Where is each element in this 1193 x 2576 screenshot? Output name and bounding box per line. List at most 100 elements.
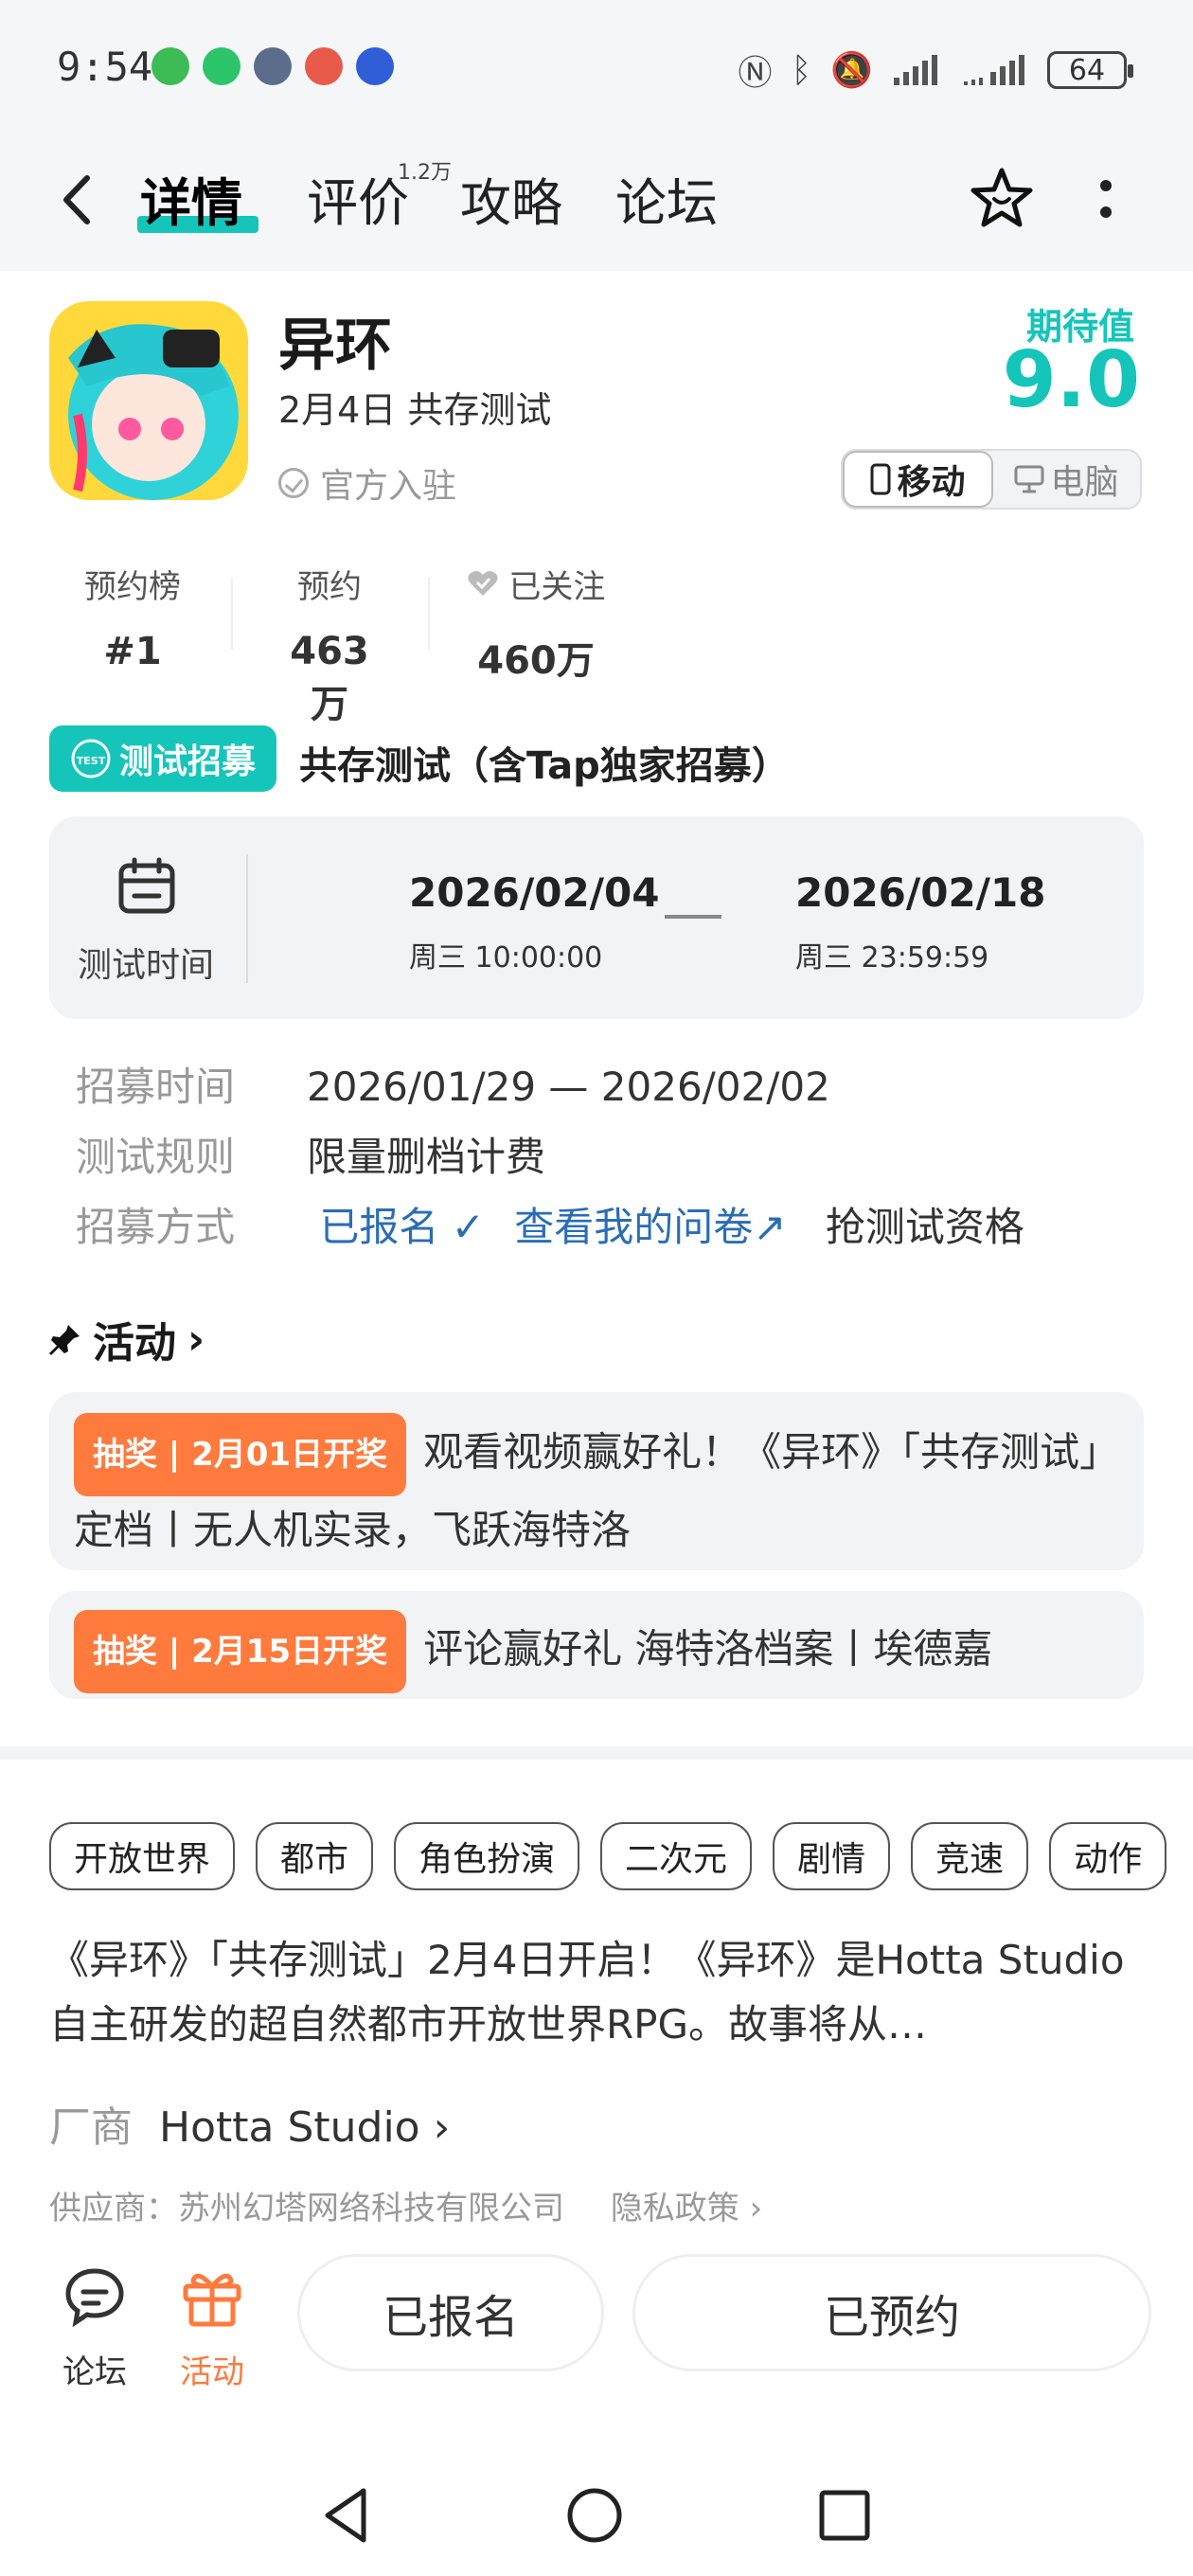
genre-tag[interactable]: 竞速 [911,1822,1029,1890]
status-time: 9:54 [57,44,153,90]
supplier-row: 供应商：苏州幻塔网络科技有限公司 隐私政策 › [49,2182,762,2228]
heart-check-icon [468,571,498,596]
check-circle-icon [278,468,309,498]
app-notification-icon [254,47,292,85]
forum-button[interactable]: 论坛 [57,2263,133,2392]
activity-button[interactable]: 活动 [174,2263,250,2392]
reserved-button[interactable]: 已预约 [632,2254,1151,2371]
wechat-icon [203,47,240,85]
test-icon: TEST [71,739,111,778]
activity-content: 抽奖 | 2月01日开奖 观看视频赢好礼！《异环》「共存测试」定档丨无人机实录，飞… [74,1413,1119,1565]
test-rule-value: 限量删档计费 [307,1134,546,1180]
test-end-time: 周三 23:59:59 [795,941,989,975]
recruit-badge-label: 测试招募 [118,742,256,781]
check-icon: ✓ [438,1204,485,1250]
date-range-arrow [665,915,721,919]
app-notification-icon [305,47,343,85]
external-link-icon: ↗ [753,1204,787,1250]
vendor-name: Hotta Studio [159,2103,420,2152]
signed-up-status[interactable]: 已报名 ✓ [319,1204,485,1250]
genre-tag[interactable]: 都市 [256,1822,374,1890]
platform-toggle: 移动 电脑 [841,449,1142,510]
expectation-score: 9.0 [1002,335,1140,425]
home-circle-icon[interactable] [564,2485,625,2546]
stat-value: 463万 [290,630,369,726]
recruit-time-label: 招募时间 [76,1064,236,1110]
recruit-time-value: 2026/01/29 — 2026/02/02 [307,1064,830,1110]
view-survey-label: 查看我的问卷 [514,1204,754,1250]
signed-up-button[interactable]: 已报名 [297,2254,604,2371]
recruit-method-label: 招募方式 [76,1204,236,1250]
recents-square-icon[interactable] [816,2487,873,2544]
stat-value: 460万 [477,639,595,683]
supplier-text: 供应商：苏州幻塔网络科技有限公司 [49,2190,564,2227]
recruit-method-row: 招募方式 已报名 ✓ 查看我的问卷↗ 抢测试资格 [76,1195,1024,1253]
genre-tag[interactable]: 开放世界 [49,1822,236,1890]
back-arrow-icon[interactable] [57,167,98,233]
genre-tag[interactable]: 角色扮演 [394,1822,580,1890]
stat-value: #1 [103,630,162,673]
forum-label: 论坛 [62,2353,127,2391]
genre-tag[interactable]: 剧情 [773,1822,891,1890]
favorite-star-icon[interactable] [968,165,1036,233]
test-recruit-badge: TEST 测试招募 [49,725,276,792]
genre-tag[interactable]: 二次元 [600,1822,753,1890]
view-survey-link[interactable]: 查看我的问卷↗ [514,1204,786,1250]
calendar-icon [118,857,175,914]
mute-icon: 🔕 [830,51,873,90]
grab-qualification[interactable]: 抢测试资格 [826,1204,1024,1250]
test-start-date: 2026/02/04 [409,869,660,916]
tab-guides[interactable]: 攻略 [460,161,562,236]
divider [428,578,430,650]
stat-followers[interactable]: 已关注 460万 [460,561,612,685]
stat-rank[interactable]: 预约榜 #1 [78,561,187,673]
battery-indicator: 64 [1047,51,1133,89]
activity-text: 评论赢好礼 海特洛档案丨埃德嘉 [423,1625,993,1673]
test-rule-row: 测试规则 限量删档计费 [76,1125,545,1183]
genre-tag[interactable]: 动作 [1049,1822,1167,1890]
app-notification-icon [356,47,394,85]
back-triangle-icon[interactable] [318,2485,375,2546]
signed-up-label: 已报名 [319,1204,439,1250]
activity-content: 抽奖 | 2月15日开奖 评论赢好礼 海特洛档案丨埃德嘉 [74,1610,1119,1693]
platform-mobile-label: 移动 [897,463,966,502]
test-title: 共存测试（含Tap独家招募） [299,744,790,788]
bottom-action-bar: 论坛 活动 已报名 已预约 [0,2245,1193,2391]
vendor-label: 厂商 [49,2103,133,2152]
lottery-tag: 抽奖 | 2月15日开奖 [74,1610,407,1693]
activity-card[interactable]: 抽奖 | 2月15日开奖 评论赢好礼 海特洛档案丨埃德嘉 [49,1591,1144,1699]
divider [246,854,248,983]
platform-mobile-button[interactable]: 移动 [843,451,993,508]
activity-card[interactable]: 抽奖 | 2月01日开奖 观看视频赢好礼！《异环》「共存测试」定档丨无人机实录，飞… [49,1392,1144,1570]
status-bar: 9:54 Ⓝ ᛒ 🔕 64 [0,0,1193,133]
monitor-icon [1014,465,1044,493]
test-start-time: 周三 10:00:00 [409,941,603,975]
battery-level: 64 [1068,53,1106,87]
nfc-icon: Ⓝ [738,54,773,93]
tab-details[interactable]: 详情 [140,161,242,236]
divider [231,578,233,650]
stat-label: 已关注 [508,568,606,606]
game-subtitle: 2月4日 共存测试 [278,389,552,431]
chat-bubble-icon [65,2268,124,2328]
more-options-icon[interactable] [1098,174,1113,227]
bluetooth-icon: ᛒ [791,50,812,90]
platform-pc-button[interactable]: 电脑 [993,451,1140,508]
privacy-policy-link[interactable]: 隐私政策 › [611,2190,762,2227]
tab-reviews[interactable]: 评价 [307,161,409,236]
app-notification-icon [151,47,189,85]
game-description[interactable]: 《异环》「共存测试」2月4日开启！《异环》是Hotta Studio自主研发的超… [49,1928,1148,2057]
pin-icon [49,1325,80,1355]
platform-pc-label: 电脑 [1050,463,1119,502]
reviews-count-badge: 1.2万 [398,161,452,185]
lottery-tag: 抽奖 | 2月01日开奖 [74,1413,407,1496]
phone-icon [870,463,891,495]
activities-header[interactable]: 活动 › [49,1309,205,1369]
activity-label: 活动 [180,2353,244,2391]
vendor-row[interactable]: 厂商 Hotta Studio › [49,2093,450,2154]
tab-forum[interactable]: 论坛 [615,161,718,236]
stat-reservations: 预约 463万 [275,561,384,728]
test-rule-label: 测试规则 [76,1134,236,1180]
official-badge: 官方入驻 [278,458,456,508]
test-icon-text: TEST [77,755,106,767]
